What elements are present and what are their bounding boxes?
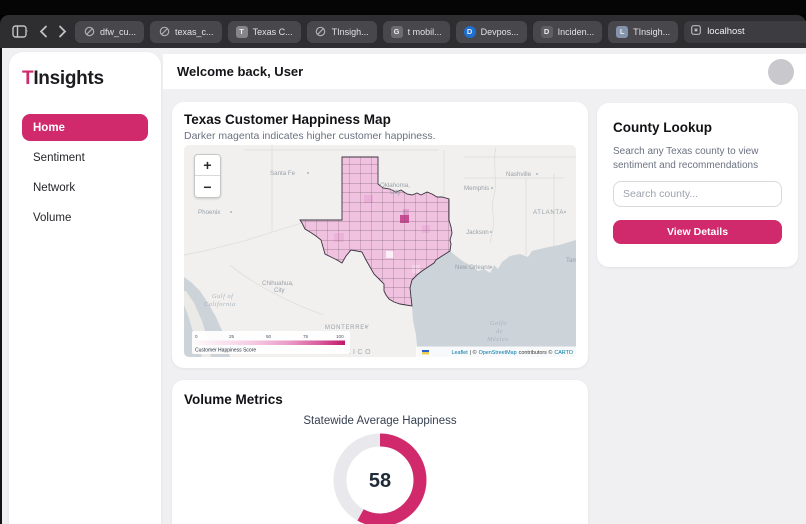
tab-label: TInsigh... (332, 27, 369, 37)
blocked-favicon-icon (158, 26, 170, 38)
label-chihuahua-1: Chihuahua, (262, 280, 294, 287)
county-search-input[interactable] (613, 181, 782, 207)
map-card-subtitle: Darker magenta indicates higher customer… (184, 130, 576, 142)
donut-chart-title: Statewide Average Happiness (184, 415, 576, 427)
page-header: Welcome back, User (163, 54, 806, 89)
app-content: TInsights Home Sentiment Network Volume … (0, 48, 806, 524)
forward-button[interactable] (56, 23, 69, 40)
map-canvas: Santa Fe Phoenix Oklahoma, City Nashvill… (184, 145, 576, 357)
brand-accent-letter: T (22, 68, 33, 89)
tab-label: texas_c... (175, 27, 214, 37)
letter-favicon-icon: D (541, 26, 553, 38)
letter-favicon-icon: L (616, 26, 628, 38)
map-zoom-control: + − (194, 154, 221, 198)
label-atlanta: ATLANTA (533, 210, 564, 216)
view-details-button[interactable]: View Details (613, 220, 782, 244)
map-attribution: Leaflet| ©OpenStreetMapcontributors ©CAR… (416, 347, 576, 358)
browser-tab[interactable]: L TInsigh... (608, 21, 678, 43)
sidebar-item-volume[interactable]: Volume (22, 204, 148, 231)
label-golfo-1: Golfo (490, 320, 507, 327)
blocked-favicon-icon (83, 26, 95, 38)
sidebar-toggle-icon[interactable] (10, 23, 31, 40)
volume-metrics-card: Volume Metrics Statewide Average Happine… (172, 380, 588, 524)
label-gulf-of-california-2: California (204, 301, 236, 308)
sidebar-item-sentiment[interactable]: Sentiment (22, 144, 148, 171)
leaflet-link[interactable]: Leaflet (452, 350, 469, 356)
browser-window: dfw_cu... texas_c... T Texas C... TInsig… (0, 0, 806, 524)
letter-favicon-icon: D (464, 26, 476, 38)
county-lookup-card: County Lookup Search any Texas county to… (597, 103, 798, 267)
browser-toolbar: dfw_cu... texas_c... T Texas C... TInsig… (0, 15, 806, 48)
browser-tab[interactable]: T Texas C... (228, 21, 301, 43)
label-gulf-of-california-1: Gulf of (212, 293, 234, 300)
map-card-title: Texas Customer Happiness Map (184, 112, 576, 128)
carto-link[interactable]: CARTO (554, 350, 573, 356)
tab-label: Texas C... (253, 27, 293, 37)
legend-tick-25: 25 (229, 334, 235, 339)
donut-center-value: 58 (369, 470, 391, 492)
sidebar-item-network[interactable]: Network (22, 174, 148, 201)
back-button[interactable] (37, 23, 50, 40)
happiness-map-card: Texas Customer Happiness Map Darker mage… (172, 102, 588, 368)
label-oklahoma-city-2: City (390, 189, 402, 196)
label-phoenix: Phoenix (198, 209, 221, 216)
browser-tab[interactable]: dfw_cu... (75, 21, 144, 43)
map-legend: 0 25 50 75 100 Customer Happiness Score (192, 331, 350, 354)
label-santa-fe: Santa Fe (270, 170, 296, 177)
tab-label: TInsigh... (633, 27, 670, 37)
legend-tick-100: 100 (336, 334, 344, 339)
window-edge (0, 48, 2, 524)
blocked-favicon-icon (315, 26, 327, 38)
label-golfo-3: México (486, 336, 509, 343)
app-logo: TInsights (22, 68, 148, 90)
site-favicon-icon (691, 25, 701, 38)
tab-label: Devpos... (481, 27, 519, 37)
browser-tab[interactable]: D Devpos... (456, 21, 527, 43)
tab-label: dfw_cu... (100, 27, 136, 37)
label-monterrey: MONTERREY (325, 325, 370, 331)
tab-label: Inciden... (558, 27, 595, 37)
happiness-donut-chart: 58 (332, 432, 428, 524)
browser-tab[interactable]: TInsigh... (307, 21, 377, 43)
legend-tick-50: 50 (266, 334, 272, 339)
sidebar: TInsights Home Sentiment Network Volume (9, 52, 161, 524)
brand-rest: Insights (33, 68, 103, 89)
avatar[interactable] (768, 59, 794, 85)
tab-label: t mobil... (408, 27, 442, 37)
greeting-text: Welcome back, User (177, 64, 303, 79)
openstreetmap-link[interactable]: OpenStreetMap (479, 350, 517, 356)
zoom-out-button[interactable]: − (195, 176, 220, 197)
label-chihuahua-2: City (274, 287, 286, 294)
sidebar-item-home[interactable]: Home (22, 114, 148, 141)
label-golfo-2: de (496, 328, 503, 335)
legend-label: Customer Happiness Score (195, 348, 256, 354)
address-bar[interactable]: localhost (684, 21, 806, 43)
desktop-background (0, 0, 806, 15)
texas-choropleth-map[interactable]: Santa Fe Phoenix Oklahoma, City Nashvill… (184, 145, 576, 357)
label-nashville: Nashville (506, 171, 532, 178)
label-tampico-partial: Tam (566, 257, 576, 264)
legend-tick-75: 75 (303, 334, 309, 339)
label-oklahoma-city-1: Oklahoma, (380, 182, 410, 189)
ukraine-flag-icon (422, 350, 429, 352)
label-memphis: Memphis (464, 185, 489, 192)
browser-tab[interactable]: G t mobil... (383, 21, 450, 43)
browser-tab[interactable]: D Inciden... (533, 21, 603, 43)
volume-title: Volume Metrics (184, 392, 576, 408)
browser-tab[interactable]: texas_c... (150, 21, 222, 43)
letter-favicon-icon: G (391, 26, 403, 38)
label-jackson: Jackson (466, 229, 489, 236)
lookup-title: County Lookup (613, 120, 782, 136)
zoom-in-button[interactable]: + (195, 155, 220, 176)
address-url: localhost (707, 26, 806, 37)
letter-favicon-icon: T (236, 26, 248, 38)
legend-tick-0: 0 (195, 334, 198, 339)
lookup-description: Search any Texas county to view sentimen… (613, 145, 782, 173)
svg-text:Leaflet| ©OpenStreetMapcontrib: Leaflet| ©OpenStreetMapcontributors ©CAR… (452, 349, 573, 356)
legend-gradient-bar (195, 341, 345, 346)
label-new-orleans: New Orleans (455, 264, 491, 271)
